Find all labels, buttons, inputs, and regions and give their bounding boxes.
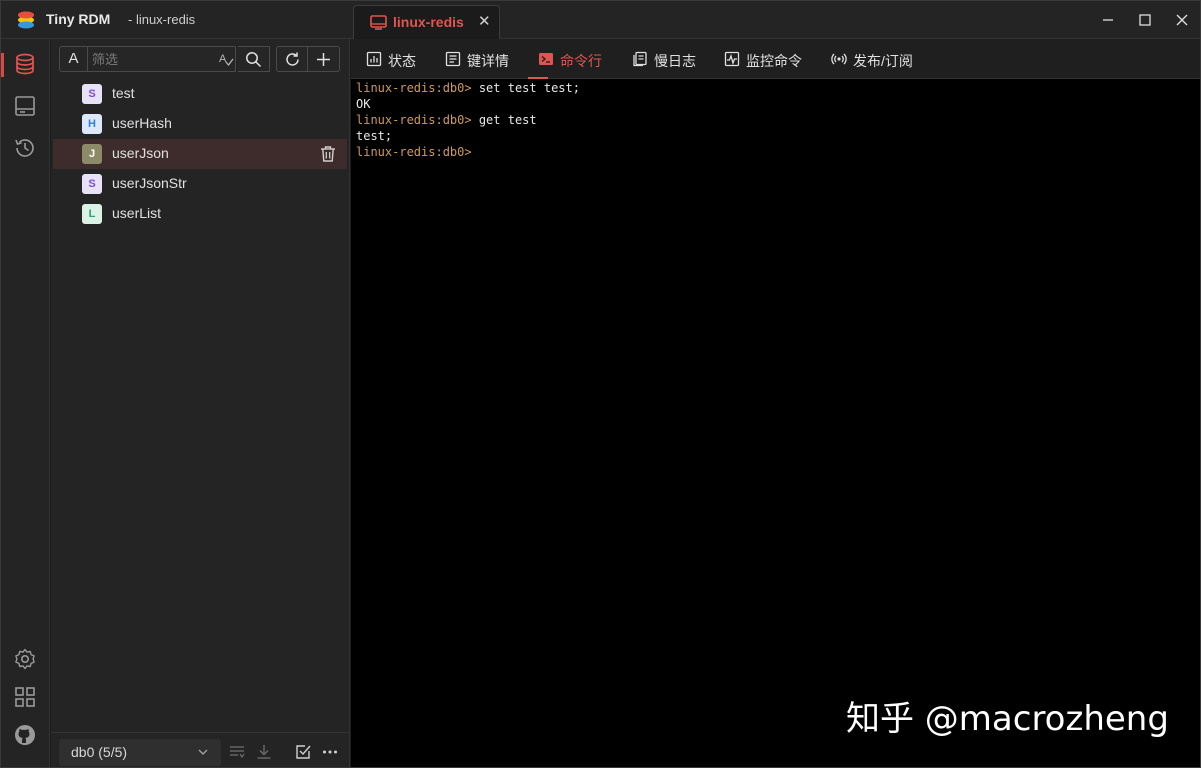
app-logo-icon: [18, 11, 34, 29]
nav-rail: [1, 39, 50, 767]
watermark: 知乎 @macrozheng: [846, 699, 1169, 739]
key-type-badge: J: [82, 144, 102, 164]
history-icon[interactable]: [13, 136, 37, 160]
database-icon[interactable]: [13, 52, 37, 76]
close-tab-icon[interactable]: ✕: [478, 14, 491, 29]
search-button[interactable]: [238, 46, 270, 72]
db-select-value: db0 (5/5): [71, 744, 128, 760]
key-name: userList: [112, 205, 162, 221]
terminal-text: get test: [478, 113, 537, 127]
title-bar: Tiny RDM - linux-redis linux-redis ✕: [1, 1, 1200, 40]
sub-tab-bar: 状态 键详情 命令行 慢日志 监控命令 发布/订阅: [351, 39, 1200, 79]
server-list-icon[interactable]: [13, 94, 37, 118]
trash-icon[interactable]: [319, 145, 337, 163]
svg-text:A: A: [219, 53, 227, 65]
key-browser: A A: [51, 39, 350, 767]
chevron-down-icon: [198, 749, 208, 755]
server-icon: [370, 15, 387, 30]
terminal-line: linux-redis:db0> get test: [356, 112, 1195, 128]
key-type-badge: L: [82, 204, 102, 224]
key-name: userJsonStr: [112, 175, 187, 191]
terminal-text: test;: [356, 129, 393, 143]
gear-icon[interactable]: [13, 647, 37, 671]
tab-label: 状态: [388, 53, 416, 69]
terminal-text: set test test;: [478, 81, 580, 95]
tab-label: 命令行: [560, 53, 602, 69]
key-list: S test H userHash J userJson S userJsonS…: [53, 79, 347, 229]
apps-icon[interactable]: [13, 685, 37, 709]
key-type-badge: H: [82, 114, 102, 134]
monitor-icon: [724, 51, 740, 67]
content-area: 状态 键详情 命令行 慢日志 监控命令 发布/订阅 linux-redis:db…: [351, 39, 1200, 767]
tab-label: 慢日志: [654, 53, 696, 69]
list-item[interactable]: J userJson: [53, 139, 347, 169]
pubsub-icon: [831, 53, 847, 65]
plus-icon: [317, 53, 330, 66]
key-detail-icon: [445, 51, 461, 67]
list-item[interactable]: S test: [53, 79, 347, 109]
key-name: userHash: [112, 115, 172, 131]
app-window: Tiny RDM - linux-redis linux-redis ✕ A 筛…: [0, 0, 1201, 768]
status-icon: [366, 51, 382, 67]
terminal-icon: [539, 53, 553, 65]
download-icon[interactable]: [255, 743, 273, 761]
key-type-badge: S: [82, 84, 102, 104]
list-item[interactable]: S userJsonStr: [53, 169, 347, 199]
app-title: Tiny RDM: [46, 11, 111, 27]
terminal-text: OK: [356, 97, 371, 111]
close-window-button[interactable]: [1171, 9, 1193, 31]
tab-label: linux-redis: [393, 14, 464, 30]
rail-active-indicator: [1, 53, 4, 77]
github-icon[interactable]: [13, 723, 37, 747]
terminal-line: test;: [356, 128, 1195, 144]
terminal-prompt: linux-redis:db0>: [356, 145, 479, 159]
refresh-icon: [286, 52, 299, 66]
filter-input[interactable]: [88, 46, 236, 72]
add-key-button[interactable]: [308, 46, 340, 72]
list-item[interactable]: H userHash: [53, 109, 347, 139]
filter-list-icon[interactable]: [228, 743, 246, 761]
key-name: userJson: [112, 145, 169, 161]
terminal-output[interactable]: linux-redis:db0> set test test; OK linux…: [351, 79, 1200, 767]
minimize-button[interactable]: [1097, 9, 1119, 31]
terminal-prompt: linux-redis:db0>: [356, 113, 479, 127]
tab-label: 监控命令: [746, 53, 802, 69]
terminal-line: linux-redis:db0> set test test;: [356, 80, 1195, 96]
db-select[interactable]: db0 (5/5): [59, 739, 221, 766]
refresh-button[interactable]: [276, 46, 308, 72]
search-icon: [246, 52, 262, 68]
tab-label: 发布/订阅: [853, 53, 913, 69]
checkbox-icon[interactable]: [294, 743, 312, 761]
browser-footer: db0 (5/5): [51, 732, 350, 767]
more-icon[interactable]: [321, 743, 339, 761]
terminal-line: OK: [356, 96, 1195, 112]
filter-type-button[interactable]: A: [59, 46, 88, 72]
list-item[interactable]: L userList: [53, 199, 347, 229]
slow-log-icon: [633, 51, 647, 67]
terminal-prompt: linux-redis:db0>: [356, 81, 479, 95]
key-name: test: [112, 85, 135, 101]
key-type-badge: S: [82, 174, 102, 194]
tab-label: 键详情: [467, 53, 509, 69]
terminal-line: linux-redis:db0>: [356, 144, 1195, 160]
app-subtitle: - linux-redis: [128, 12, 196, 27]
spellcheck-icon[interactable]: A: [218, 51, 234, 67]
maximize-button[interactable]: [1134, 9, 1156, 31]
tab-linux-redis[interactable]: linux-redis ✕: [353, 5, 500, 40]
